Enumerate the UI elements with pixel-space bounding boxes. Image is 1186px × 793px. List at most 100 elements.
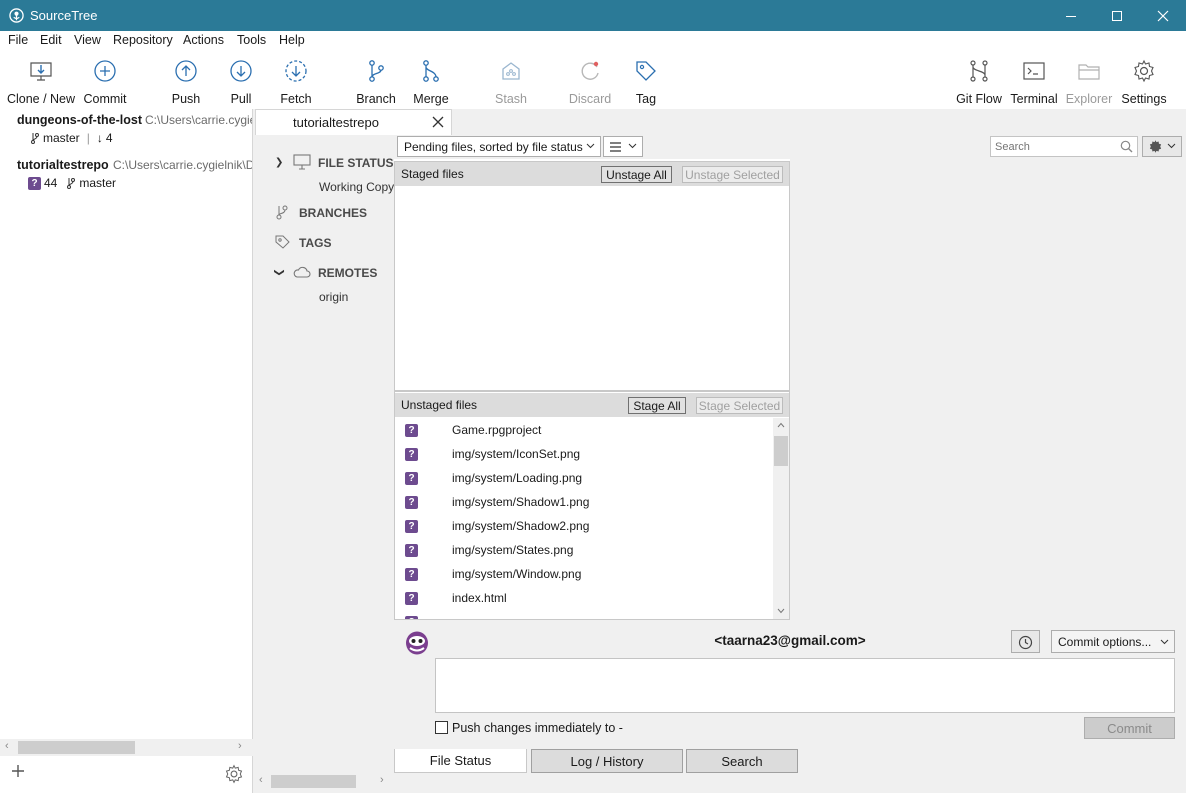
stash-button[interactable]: Stash [490, 57, 532, 107]
tab-log-history[interactable]: Log / History [531, 749, 683, 773]
explorer-button[interactable]: Explorer [1065, 57, 1113, 107]
commit-toolbar-button[interactable]: Commit [80, 57, 130, 107]
discard-button[interactable]: Discard [566, 57, 614, 107]
file-filter-row: Pending files, sorted by file status [394, 135, 1186, 159]
unstage-selected-button[interactable]: Unstage Selected [682, 166, 783, 183]
commit-options-dropdown[interactable]: Commit options... [1051, 630, 1175, 653]
monitor-icon [293, 154, 311, 170]
remote-origin-item[interactable]: origin [319, 290, 348, 304]
sidebar-hscrollbar[interactable]: ‹ › [253, 773, 394, 790]
stage-selected-button[interactable]: Stage Selected [696, 397, 783, 414]
file-row[interactable]: ? Game.rpgproject [395, 418, 772, 442]
fetch-button[interactable]: Fetch [275, 57, 317, 107]
chevron-down-icon [586, 143, 595, 149]
branches-section[interactable]: BRANCHES [299, 206, 367, 220]
tags-section[interactable]: TAGS [299, 236, 331, 250]
file-sort-dropdown[interactable]: Pending files, sorted by file status [397, 136, 601, 157]
file-status-section[interactable]: FILE STATUS [318, 156, 394, 170]
repo-path: C:\Users\carrie.cygielnik [145, 113, 252, 127]
file-row[interactable]: ? img/system/IconSet.png [395, 442, 772, 466]
gear-icon [1134, 59, 1154, 83]
plus-icon [12, 765, 24, 777]
scroll-thumb[interactable] [774, 436, 788, 466]
unstaged-files-pane: Unstaged files Stage All Stage Selected … [394, 391, 790, 620]
commit-history-button[interactable] [1011, 630, 1040, 653]
chevron-down-icon[interactable]: ❯ [274, 268, 285, 276]
scroll-left-icon[interactable]: ‹ [259, 774, 263, 786]
scroll-up-icon[interactable] [777, 422, 785, 428]
clone-icon [30, 62, 52, 81]
repository-list-panel: dungeons-of-the-lost C:\Users\carrie.cyg… [0, 109, 253, 793]
unstaged-vscrollbar[interactable] [773, 418, 789, 619]
title-bar[interactable]: SourceTree [0, 0, 1186, 31]
file-search-input[interactable] [991, 137, 1115, 156]
stage-all-button[interactable]: Stage All [628, 397, 686, 414]
file-row[interactable]: ? index.html [395, 586, 772, 610]
commit-button[interactable]: Commit [1084, 717, 1175, 739]
scroll-right-icon[interactable]: › [380, 774, 384, 786]
repo-behind-count: 4 [105, 131, 113, 145]
repo-list-settings-button[interactable] [224, 764, 244, 784]
file-name: img/system/Shadow2.png [452, 519, 590, 533]
unstage-all-button[interactable]: Unstage All [601, 166, 672, 183]
scroll-left-icon[interactable]: ‹ [5, 740, 9, 752]
merge-button[interactable]: Merge [408, 57, 454, 107]
untracked-badge-icon: ? [405, 591, 418, 605]
tab-file-status[interactable]: File Status [394, 749, 527, 773]
file-row-partial[interactable]: ? [395, 610, 772, 619]
menu-view[interactable]: View [74, 33, 101, 47]
branch-icon [369, 60, 384, 82]
git-flow-button[interactable]: Git Flow [955, 57, 1003, 107]
pull-arrow-down-icon [230, 60, 252, 82]
tag-button[interactable]: Tag [628, 57, 664, 107]
repo-list-hscrollbar[interactable]: ‹ › [0, 739, 253, 756]
terminal-button[interactable]: Terminal [1009, 57, 1059, 107]
file-sort-label: Pending files, sorted by file status [404, 139, 583, 154]
menu-edit[interactable]: Edit [40, 33, 62, 47]
file-row[interactable]: ? img/system/Shadow1.png [395, 490, 772, 514]
working-copy-item[interactable]: Working Copy [319, 180, 394, 194]
settings-button[interactable]: Settings [1120, 57, 1168, 107]
remotes-section[interactable]: REMOTES [318, 266, 377, 280]
minimize-button[interactable] [1048, 0, 1094, 31]
scroll-thumb[interactable] [18, 741, 135, 754]
close-icon [1157, 10, 1169, 21]
scroll-right-icon[interactable]: › [238, 740, 242, 752]
tab-search[interactable]: Search [686, 749, 798, 773]
file-row[interactable]: ? img/system/Window.png [395, 562, 772, 586]
add-repository-button[interactable] [10, 763, 28, 781]
merge-label: Merge [413, 92, 449, 106]
chevron-down-icon[interactable]: ❯ [275, 157, 283, 168]
view-mode-dropdown[interactable] [603, 136, 643, 157]
maximize-button[interactable] [1094, 0, 1140, 31]
commit-message-input[interactable] [435, 658, 1175, 713]
scroll-thumb[interactable] [271, 775, 356, 788]
file-row[interactable]: ? img/system/Shadow2.png [395, 514, 772, 538]
clone-new-button[interactable]: Clone / New [6, 57, 76, 107]
folder-icon [1078, 64, 1100, 80]
pull-button[interactable]: Pull [220, 57, 262, 107]
menu-repository[interactable]: Repository [113, 33, 173, 47]
file-name: index.html [452, 591, 507, 605]
menu-help[interactable]: Help [279, 33, 305, 47]
arrow-down-icon: ↓ [96, 131, 103, 145]
options-gear-dropdown[interactable] [1142, 136, 1182, 157]
file-search-box[interactable] [990, 136, 1138, 157]
file-row[interactable]: ? img/system/Loading.png [395, 466, 772, 490]
push-arrow-up-icon [175, 60, 197, 82]
push-button[interactable]: Push [165, 57, 207, 107]
gear-icon [225, 764, 243, 784]
menu-file[interactable]: File [8, 33, 28, 47]
menu-actions[interactable]: Actions [183, 33, 224, 47]
file-row[interactable]: ? img/system/States.png [395, 538, 772, 562]
menu-tools[interactable]: Tools [237, 33, 266, 47]
push-immediately-checkbox[interactable] [435, 721, 448, 734]
pull-label: Pull [230, 92, 252, 106]
close-tab-button[interactable] [432, 116, 446, 130]
commit-area: <taarna23@gmail.com> Commit options... P… [394, 620, 1186, 793]
toolbar: Clone / New Commit Push Pull Fetch Branc… [0, 51, 1186, 109]
repo-tab[interactable]: tutorialtestrepo [255, 109, 452, 136]
scroll-down-icon[interactable] [777, 608, 785, 614]
branch-button[interactable]: Branch [353, 57, 399, 107]
close-button[interactable] [1140, 0, 1186, 31]
